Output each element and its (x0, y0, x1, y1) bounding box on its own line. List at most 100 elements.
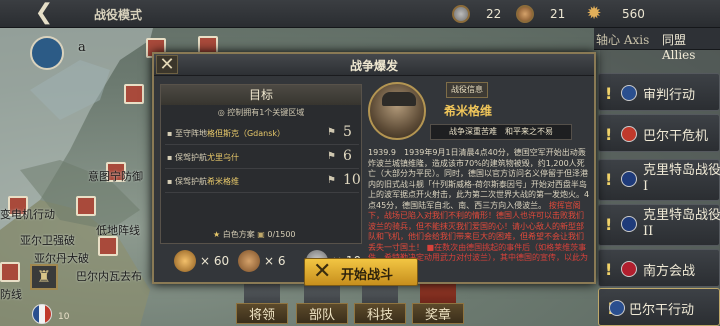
trophy-icon[interactable]: ♜ (30, 264, 58, 290)
dialog-header: 战争爆发 ✕ (154, 54, 594, 76)
nav-label: 奖章 (412, 303, 464, 324)
start-battle-label: 开始战斗 (341, 268, 394, 283)
objective-row: ▪ 保驾护航希米格维 ⚑ 10 (165, 171, 361, 193)
silver-medal-count: 22 (486, 7, 502, 21)
officer-name: 希米格维 (443, 104, 492, 118)
flag-icon: ⚑ (327, 175, 336, 186)
battle-intro-dialog: 战争爆发 ✕ 目标 ◎ 控制拥有1个关键区域 ▪ 至守阵地格但斯克（Gdansk… (152, 52, 596, 284)
flag-icon (621, 126, 637, 142)
chest-icon: ▣ (257, 230, 268, 239)
faction-tabs: 轴心 Axis 同盟 Allies (594, 28, 720, 62)
nav-label: 科技 (354, 303, 406, 324)
page-title: 战役模式 (94, 8, 143, 22)
bronze-medal-icon (516, 5, 534, 23)
map-label[interactable]: 低地阵线 (96, 222, 140, 238)
reward-stars: × 60 (174, 250, 229, 272)
officer-traits: 战争深重苦难 和平来之不易 (430, 124, 572, 140)
star-counter: ✹ 560 (584, 3, 645, 25)
tab-axis[interactable]: 轴心 Axis (596, 31, 649, 48)
star-count: 560 (622, 7, 645, 21)
objectives-title: 目标 (161, 85, 361, 105)
objectives-panel: 目标 ◎ 控制拥有1个关键区域 ▪ 至守阵地格但斯克（Gdansk） ⚑ 5 ▪… (160, 84, 362, 244)
objective-turns: 5 (343, 124, 352, 140)
campaign-name: 克里特岛战役 II (643, 208, 720, 239)
top-bar: ❮ 战役模式 22 21 ✹ 560 (0, 0, 720, 28)
reward-bronze: × 6 (238, 250, 286, 272)
map-flag-marker[interactable] (98, 236, 118, 256)
alert-icon: ! (605, 84, 613, 103)
objectives-subtitle-text: 控制拥有1个关键区域 (227, 108, 305, 117)
country-flag-icon[interactable] (32, 304, 52, 324)
star-badge-icon: ✹ (586, 3, 602, 24)
reward-stars-count: × 60 (200, 254, 230, 268)
campaign-item[interactable]: ! 南方会战 (598, 249, 720, 287)
objective-text: ▪ 保驾护航希米格维 (167, 177, 239, 186)
alert-icon: ! (605, 170, 613, 189)
campaign-item[interactable]: ! 克里特岛战役 II (598, 204, 720, 246)
reward-bronze-count: × 6 (264, 254, 286, 268)
flag-icon (621, 261, 637, 277)
map-flag-marker[interactable] (124, 84, 144, 104)
objective-prefix: 保驾护航 (174, 153, 207, 162)
dialog-title: 战争爆发 (349, 59, 398, 73)
campaign-name: 南方会战 (643, 264, 696, 279)
objective-text: ▪ 至守阵地格但斯克（Gdansk） (167, 129, 286, 138)
crossed-swords-icon: ✕ (313, 259, 332, 284)
campaign-name: 巴尔干危机 (643, 129, 709, 144)
silver-medal-counter: 22 (452, 3, 501, 25)
tab-allies[interactable]: 同盟 Allies (662, 31, 720, 62)
flag-icon (621, 85, 637, 101)
campaign-name: 审判行动 (643, 88, 696, 103)
flag-icon (621, 171, 637, 187)
campaign-item[interactable]: ! 克里特岛战役 I (598, 159, 720, 201)
white-plan-label: 白色方案 (222, 230, 255, 239)
objective-prefix: 至守阵地 (174, 129, 207, 138)
map-label[interactable]: 亚尔卫强破 (20, 232, 75, 248)
nav-label: 将领 (236, 303, 288, 324)
objective-prefix: 保驾护航 (174, 177, 207, 186)
objectives-subtitle: ◎ 控制拥有1个关键区域 (161, 107, 361, 118)
bronze-medal-count: 21 (550, 7, 566, 21)
map-flag-marker[interactable] (76, 196, 96, 216)
flag-icon: ⚑ (327, 151, 336, 162)
silver-medal-icon (452, 5, 470, 23)
target-icon: ◎ (217, 108, 228, 117)
back-button[interactable]: ❮ (30, 2, 58, 26)
battle-story-text[interactable]: 1939.9 1939年9月1日清晨4点40分，德国空军开始出动轰炸波兰城镇维隆… (368, 148, 590, 272)
close-icon: ✕ (159, 54, 175, 75)
objective-turns: 6 (343, 148, 352, 164)
close-button[interactable]: ✕ (156, 55, 178, 74)
alert-icon: ! (605, 260, 613, 279)
sea-label: a (78, 40, 86, 55)
map-region-marker[interactable] (30, 36, 64, 70)
campaign-name: 克里特岛战役 I (643, 163, 720, 194)
objective-highlight: 希米格维 (206, 177, 239, 186)
nav-label: 部队 (296, 303, 348, 324)
bronze-medal-counter: 21 (516, 3, 565, 25)
map-label[interactable]: 变电机行动 (0, 206, 55, 222)
star-icon: ★ (213, 230, 221, 239)
objective-text: ▪ 保驾护航尤里乌什 (167, 153, 239, 162)
white-plan-value: 0/1500 (267, 230, 296, 239)
map-label[interactable]: 意图宁防御 (88, 168, 143, 184)
alert-icon: ! (605, 125, 613, 144)
objective-highlight: 格但斯克（Gdansk） (206, 129, 286, 138)
start-battle-button[interactable]: ✕ 开始战斗 (304, 258, 418, 286)
officer-cap (382, 92, 416, 106)
alert-icon: ! (605, 215, 613, 234)
objective-row: ▪ 至守阵地格但斯克（Gdansk） ⚑ 5 (165, 123, 359, 145)
campaign-name: 巴尔干行动 (629, 303, 695, 318)
map-flag-marker[interactable] (0, 262, 20, 282)
map-label[interactable]: 防线 (0, 286, 22, 302)
campaign-item-selected[interactable]: ! 巴尔干行动 (598, 288, 720, 326)
white-plan-progress: ★ 白色方案 ▣ 0/1500 (213, 229, 296, 240)
objective-turns: 10 (343, 172, 361, 188)
campaign-item[interactable]: ! 审判行动 (598, 73, 720, 111)
objective-row: ▪ 保驾护航尤里乌什 ⚑ 6 (165, 147, 359, 169)
page-number: 10 (58, 312, 70, 322)
campaign-info-tag[interactable]: 战役信息 (446, 82, 488, 98)
star-medal-icon (174, 250, 196, 272)
flag-icon (609, 300, 625, 316)
campaign-item[interactable]: ! 巴尔干危机 (598, 114, 720, 152)
map-label[interactable]: 巴尔内瓦去布 (76, 268, 142, 284)
